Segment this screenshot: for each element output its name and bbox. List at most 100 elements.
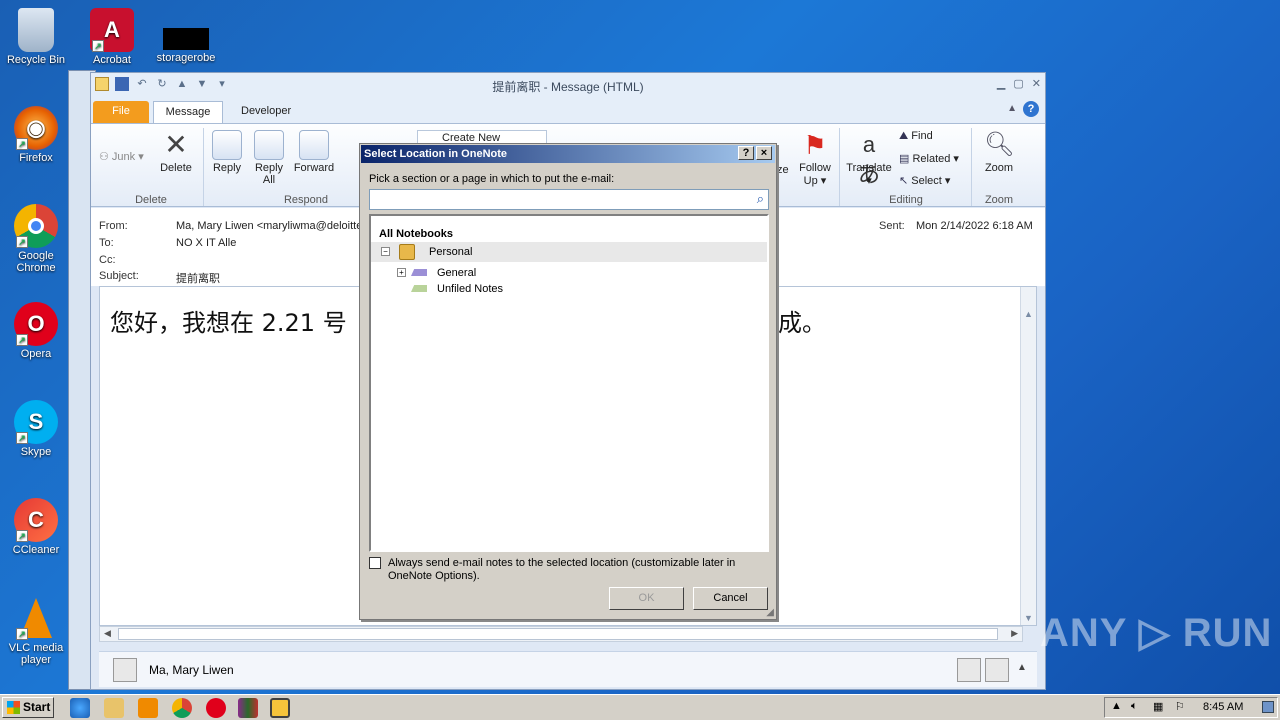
scroll-thumb[interactable] [118,628,998,640]
system-tray: ▲ 🔈︎ ▦ ⚐ 8:45 AM [1104,697,1278,718]
minimize-ribbon-icon[interactable]: ▲ [1007,103,1017,114]
skype-icon: S ↗ [14,400,58,444]
ze-label[interactable]: ze [777,164,789,176]
ie-icon[interactable] [70,698,90,718]
close-icon[interactable]: ✕ [1032,77,1041,90]
winrar-taskbar-icon[interactable] [238,698,258,718]
find-button[interactable]: ⛰ Find [899,130,933,143]
group-label-respond: Respond [283,194,329,206]
scroll-up-icon[interactable]: ▲ [1024,309,1033,319]
select-location-dialog: Select Location in OneNote ? × Pick a se… [359,143,777,620]
always-send-checkbox[interactable] [369,557,381,569]
opera-taskbar-icon[interactable] [206,698,226,718]
desktop-icon-acrobat[interactable]: A ↗ Acrobat [77,8,147,66]
desktop-icon-label: Firefox [19,152,53,164]
zoom-button[interactable]: 🔍︎ Zoom [981,130,1017,174]
minimize-icon[interactable]: ▁ [997,77,1005,90]
explorer-icon[interactable] [104,698,124,718]
group-label-delete: Delete [135,194,167,206]
search-icon[interactable]: ⌕ [757,191,764,207]
start-button[interactable]: Start [2,697,54,718]
subject-label: Subject: [99,270,139,282]
flag-icon: ⚑ [803,130,827,160]
tree-root-all-notebooks[interactable]: All Notebooks [371,224,767,244]
tab-message[interactable]: Message [153,101,223,123]
scroll-left-icon[interactable]: ◀ [104,628,111,639]
ccleaner-icon: C ↗ [14,498,58,542]
clock[interactable]: 8:45 AM [1203,701,1243,713]
collapse-icon[interactable]: − [381,247,390,256]
desktop-icon-label: Skype [20,446,52,458]
desktop-icon-ccleaner[interactable]: C ↗ CCleaner [1,498,71,556]
tab-file[interactable]: File [93,101,149,123]
dialog-close-button[interactable]: × [756,146,772,160]
translate-button[interactable]: aあ Translate ▾ [843,130,895,187]
desktop-icon-firefox[interactable]: ◉ ↗ Firefox [1,106,71,164]
dialog-help-button[interactable]: ? [738,146,754,160]
horizontal-scrollbar[interactable]: ◀ ▶ [99,626,1023,642]
binoculars-icon: ⛰ [899,130,912,142]
recycle-bin-icon [18,8,54,52]
dialog-instruction: Pick a section or a page in which to put… [369,173,615,185]
outlook-taskbar-icon[interactable] [270,698,290,718]
avatar [957,658,981,682]
vertical-scrollbar[interactable]: ▲ ▼ [1020,287,1036,625]
tree-item-personal[interactable]: − Personal [371,242,767,262]
section-icon [411,269,427,276]
maximize-icon[interactable]: ▢ [1013,77,1023,90]
resize-grip-icon[interactable]: ◢ [766,607,774,618]
search-input[interactable]: ⌕ [369,189,769,210]
window-controls: ▁ ▢ ✕ [997,77,1041,90]
cursor-icon: ↖ [899,175,912,187]
people-pane-name[interactable]: Ma, Mary Liwen [149,663,234,677]
ok-button[interactable]: OK [609,587,684,610]
magnifier-icon: 🔍︎ [984,131,1015,158]
network-icon[interactable]: ▦ [1153,700,1163,713]
delete-button[interactable]: ✕ Delete [157,130,195,175]
file-icon [163,28,209,50]
volume-icon[interactable]: 🔈︎ [1131,700,1138,713]
desktop-icon-label: Acrobat [93,54,131,66]
desktop-icon-vlc[interactable]: ↗ VLC media player [1,596,71,666]
body-text-left: 您好，我想在 2.21 号 [110,309,347,337]
expand-people-pane-icon[interactable]: ▲ [1017,662,1027,673]
help-icon[interactable]: ? [1023,101,1039,117]
desktop-icon-label: storagerobe [156,52,216,64]
reply-button[interactable]: Reply [209,130,245,174]
group-label-editing: Editing [889,194,923,206]
junk-button[interactable]: ⚇ Junk ▾ [99,150,144,163]
forward-button[interactable]: Forward [291,130,337,174]
follow-up-button[interactable]: ⚑ Follow Up ▾ [795,130,835,187]
people-pane: Ma, Mary Liwen ▲ [99,651,1037,687]
select-button[interactable]: ↖ Select ▾ [899,174,950,187]
media-player-icon[interactable] [138,698,158,718]
cancel-button[interactable]: Cancel [693,587,768,610]
tray-expand-icon[interactable]: ▲ [1111,700,1122,712]
tab-developer[interactable]: Developer [229,101,303,123]
scroll-down-icon[interactable]: ▼ [1024,613,1033,623]
notebook-tree[interactable]: All Notebooks − Personal + General Unfil… [369,214,769,552]
reply-all-button[interactable]: Reply All [251,130,287,186]
scroll-right-icon[interactable]: ▶ [1011,628,1018,639]
opera-icon: O ↗ [14,302,58,346]
from-value[interactable]: Ma, Mary Liwen <maryliwma@deloitte [176,220,362,232]
vlc-icon: ↗ [14,596,58,640]
window-title: 提前离职 - Message (HTML) [492,80,644,94]
flag-tray-icon[interactable]: ⚐ [1175,700,1185,713]
expand-icon[interactable]: + [397,268,406,277]
desktop-icon-recycle-bin[interactable]: Recycle Bin [1,8,71,66]
show-desktop-icon[interactable] [1262,701,1274,713]
chrome-taskbar-icon[interactable] [172,698,192,718]
to-value[interactable]: NO X IT Alle [176,237,236,249]
tree-item-unfiled-notes[interactable]: Unfiled Notes [371,279,767,299]
related-button[interactable]: ▤ Related ▾ [899,152,959,165]
desktop-icon-opera[interactable]: O ↗ Opera [1,302,71,360]
group-label-zoom: Zoom [984,194,1014,206]
always-send-label: Always send e-mail notes to the selected… [388,557,736,582]
desktop-icon-skype[interactable]: S ↗ Skype [1,400,71,458]
desktop-icon-chrome[interactable]: ↗ Google Chrome [1,204,71,274]
related-icon: ▤ [899,153,913,165]
avatar [985,658,1009,682]
desktop-icon-storagerobe[interactable]: storagerobe [151,8,221,64]
ribbon-tabs: File Message Developer ▲ ? [91,97,1045,123]
